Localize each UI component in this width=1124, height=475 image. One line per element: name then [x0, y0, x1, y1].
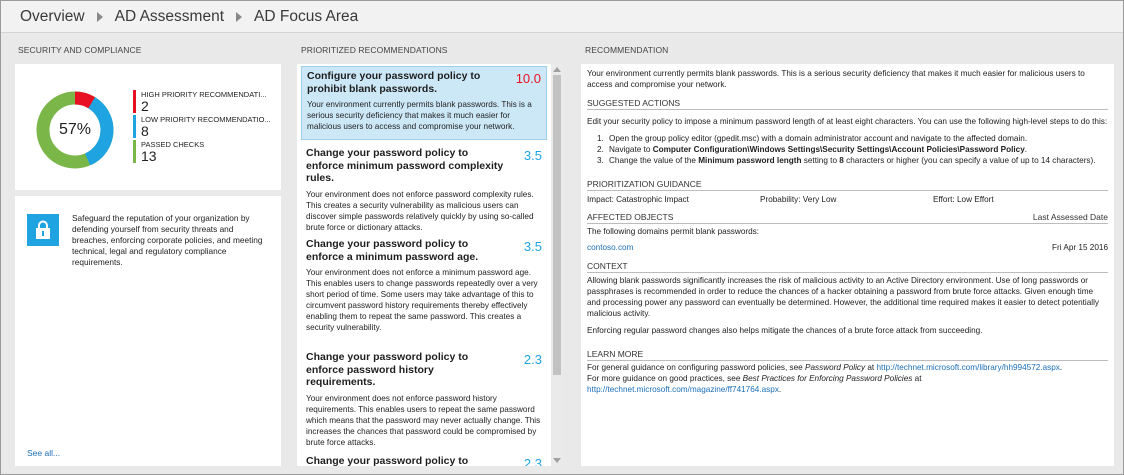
legend-high-priority: HIGH PRIORITY RECOMMENDATI... 2	[133, 90, 267, 113]
step-3-mid: setting to	[801, 156, 840, 165]
learn-more-line-1: For general guidance on configuring pass…	[587, 362, 1108, 373]
step-3: 3. Change the value of the Minimum passwo…	[597, 156, 1096, 165]
learn-more-2-at: at	[912, 374, 922, 383]
recommendation-list: Configure your password policy to prohib…	[297, 64, 563, 466]
recommendation-score: 2.3	[523, 352, 542, 367]
password-policy-link[interactable]: http://technet.microsoft.com/library/hh9…	[876, 363, 1059, 372]
context-paragraph-1: Allowing blank passwords significantly i…	[587, 276, 1100, 318]
learn-more-1-at: at	[865, 363, 877, 372]
recommendation-title: Change your password policy to enforce a…	[306, 238, 479, 263]
legend-low-value: 8	[141, 123, 149, 139]
recommendation-title: Change your password policy to enforce p…	[306, 351, 469, 388]
recommendation-score: 10.0	[515, 71, 541, 86]
legend-low-priority: LOW PRIORITY RECOMMENDATIO... 8	[133, 115, 271, 138]
detail-intro: Your environment currently permits blank…	[587, 69, 1085, 89]
prioritization-row: Impact: Catastrophic Impact Probability:…	[587, 194, 1108, 205]
recommendation-scrollbar[interactable]	[551, 64, 563, 466]
breadcrumb-ad-assessment[interactable]: AD Assessment	[115, 8, 224, 26]
step-2-path: Computer Configuration\Windows Settings\…	[652, 145, 1025, 154]
step-1-text: Open the group policy editor (gpedit.msc…	[609, 134, 1028, 143]
step-3-end: characters or higher (you can specify a …	[843, 156, 1096, 165]
recommendation-item[interactable]: Change your password policy to enforce m…	[301, 144, 547, 232]
chevron-right-icon	[96, 11, 103, 22]
prioritized-section-title: PRIORITIZED RECOMMENDATIONS	[301, 45, 448, 55]
domain-link[interactable]: contoso.com	[587, 242, 633, 253]
scroll-down-arrow-icon[interactable]	[553, 458, 561, 463]
learn-more-2-end: .	[778, 385, 782, 394]
compliance-donut: 57%	[35, 90, 115, 170]
best-practices-link[interactable]: http://technet.microsoft.com/magazine/ff…	[587, 385, 779, 394]
context-heading: CONTEXT	[587, 261, 1108, 273]
breadcrumb: Overview AD Assessment AD Focus Area	[1, 1, 1123, 33]
recommendation-description: Your environment does not enforce passwo…	[306, 189, 534, 232]
last-assessed-label: Last Assessed Date	[1032, 212, 1108, 222]
security-summary-tile[interactable]: 57% HIGH PRIORITY RECOMMENDATI... 2 LOW …	[15, 64, 281, 190]
recommendation-list-viewport: Configure your password policy to prohib…	[297, 64, 551, 466]
lock-glyph	[36, 220, 50, 239]
legend-high-label: HIGH PRIORITY RECOMMENDATI...	[141, 90, 267, 99]
recommendation-item[interactable]: Configure your password policy to prohib…	[301, 66, 547, 140]
step-3-setting: Minimum password length	[698, 156, 802, 165]
suggested-steps: 1. Open the group policy editor (gpedit.m…	[597, 133, 1108, 166]
recommendation-score: 2.3	[523, 456, 542, 466]
legend-low-label: LOW PRIORITY RECOMMENDATIO...	[141, 115, 271, 124]
affected-objects-text: The following domains permit blank passw…	[587, 227, 760, 236]
learn-more-line-2: For more guidance on good practices, see…	[587, 373, 1108, 384]
recommendation-item[interactable]: Change your password policy to enforce p…	[301, 348, 547, 448]
context-paragraph-2: Enforcing regular password changes also …	[587, 326, 983, 335]
recommendation-description: Your environment currently permits blank…	[307, 100, 532, 131]
recommendation-title: Change your password policy to enforce m…	[306, 147, 504, 184]
learn-more-heading: LEARN MORE	[587, 349, 1108, 361]
probability-value: Probability: Very Low	[760, 195, 837, 204]
learn-more-2-title: Best Practices for Enforcing Password Po…	[742, 374, 913, 383]
recommendation-description: Your environment does not enforce passwo…	[306, 393, 541, 447]
recommendation-item[interactable]: Change your password policy to enforce 2…	[301, 452, 547, 466]
recommendation-score: 3.5	[523, 148, 542, 163]
suggested-actions-heading: SUGGESTED ACTIONS	[587, 98, 1108, 110]
prioritization-heading: PRIORITIZATION GUIDANCE	[587, 179, 1108, 191]
step-1: 1. Open the group policy editor (gpedit.m…	[597, 134, 1028, 143]
recommendation-item[interactable]: Change your password policy to enforce a…	[301, 235, 547, 345]
learn-more-1-text: For general guidance on configuring pass…	[587, 363, 806, 372]
lock-icon	[27, 214, 59, 246]
step-2: 2. Navigate to Computer Configuration\Win…	[597, 145, 1028, 154]
security-info-tile: Safeguard the reputation of your organiz…	[15, 196, 281, 466]
recommendation-detail: Your environment currently permits blank…	[581, 64, 1114, 466]
legend-passed-checks: PASSED CHECKS 13	[133, 140, 204, 163]
chevron-right-icon	[236, 11, 243, 22]
see-all-link[interactable]: See all...	[27, 448, 60, 458]
scroll-up-arrow-icon[interactable]	[553, 67, 561, 72]
security-description: Safeguard the reputation of your organiz…	[72, 213, 263, 267]
recommendation-section-title: RECOMMENDATION	[585, 45, 669, 55]
affected-domain-row: contoso.com Fri Apr 15 2016	[587, 242, 1108, 253]
scrollbar-thumb[interactable]	[553, 75, 561, 375]
step-2-text: Navigate to	[609, 145, 653, 154]
recommendation-title: Configure your password policy to prohib…	[307, 70, 481, 95]
learn-more-2-text: For more guidance on good practices, see	[587, 374, 743, 383]
learn-more-1-title: Password Policy	[805, 363, 866, 372]
step-3-text: Change the value of the	[609, 156, 699, 165]
compliance-percent: 57%	[58, 121, 92, 138]
step-2-end: .	[1024, 145, 1028, 154]
recommendation-title: Change your password policy to enforce	[306, 455, 469, 466]
suggested-actions-text: Edit your security policy to impose a mi…	[587, 117, 1108, 126]
domain-date: Fri Apr 15 2016	[1052, 243, 1108, 252]
security-section-title: SECURITY AND COMPLIANCE	[18, 45, 142, 55]
learn-more-line-3: http://technet.microsoft.com/magazine/ff…	[587, 384, 1108, 395]
legend-passed-value: 13	[141, 148, 157, 164]
impact-value: Impact: Catastrophic Impact	[587, 195, 689, 204]
recommendation-score: 3.5	[523, 239, 542, 254]
affected-objects-title: AFFECTED OBJECTS	[587, 212, 674, 222]
breadcrumb-overview[interactable]: Overview	[20, 8, 85, 26]
recommendation-description: Your environment does not enforce a mini…	[306, 268, 538, 332]
learn-more-1-end: .	[1059, 363, 1063, 372]
effort-value: Effort: Low Effort	[933, 195, 994, 204]
breadcrumb-ad-focus-area: AD Focus Area	[254, 7, 359, 25]
affected-objects-heading: AFFECTED OBJECTS Last Assessed Date	[587, 212, 1108, 224]
legend-high-value: 2	[141, 98, 149, 114]
